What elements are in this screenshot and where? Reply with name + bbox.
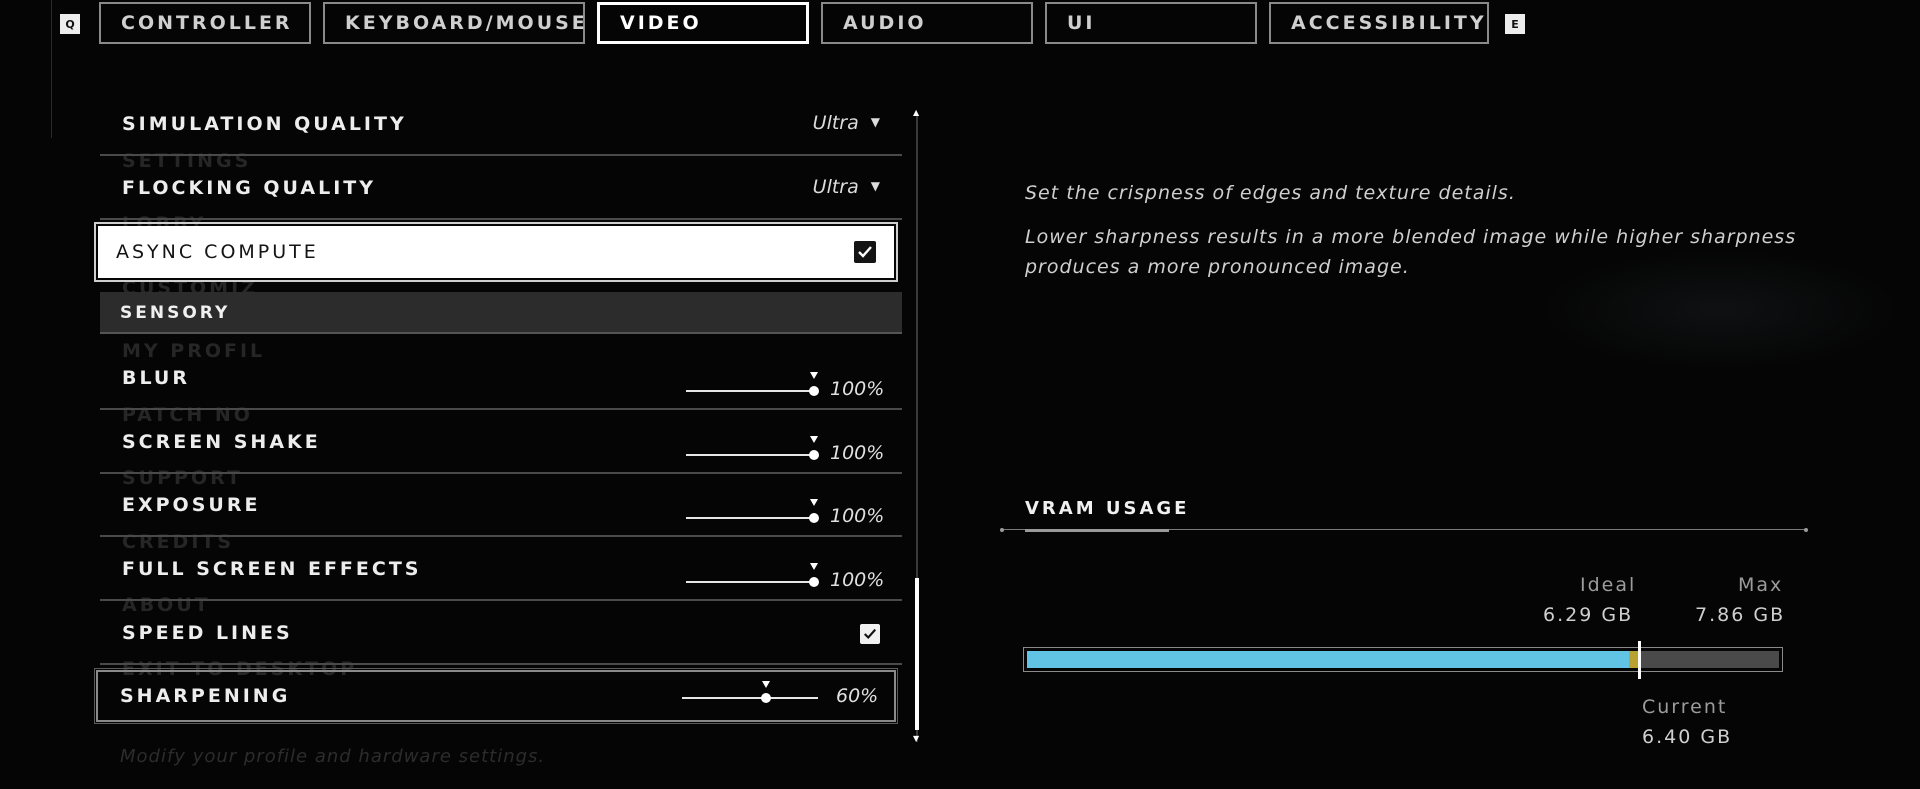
screen-shake-slider-row[interactable]: SCREEN SHAKE 100%	[100, 414, 902, 474]
scroll-down-arrow-icon[interactable]: ▼	[913, 734, 919, 743]
slider-track[interactable]	[686, 581, 814, 583]
tab-video[interactable]: VIDEO	[597, 2, 809, 44]
slider-thumb[interactable]	[809, 577, 819, 587]
background-blur	[1540, 250, 1900, 370]
setting-value: 100%	[830, 442, 885, 464]
tab-ui[interactable]: UI	[1045, 2, 1257, 44]
setting-value: Ultra ▼	[812, 176, 880, 198]
slider-marker-icon	[762, 681, 770, 688]
vram-ideal-label: Ideal	[1580, 574, 1637, 596]
vram-usage-fill	[1027, 651, 1629, 668]
caret-down-icon: ▼	[870, 179, 880, 193]
setting-description-detail: Lower sharpness results in a more blende…	[1025, 226, 1797, 248]
async-compute-toggle[interactable]: ASYNC COMPUTE	[94, 222, 898, 282]
slider-marker-icon	[810, 563, 818, 570]
setting-value: 100%	[830, 569, 885, 591]
slider-thumb[interactable]	[809, 513, 819, 523]
vram-max-value: 7.86 GB	[1695, 604, 1786, 626]
speed-lines-toggle[interactable]: SPEED LINES	[100, 605, 902, 665]
vram-remaining-fill	[1639, 651, 1779, 668]
tab-accessibility[interactable]: ACCESSIBILITY	[1269, 2, 1489, 44]
vram-current-value: 6.40 GB	[1642, 726, 1733, 748]
tab-controller[interactable]: CONTROLLER	[99, 2, 311, 44]
simulation-quality-dropdown[interactable]: SIMULATION QUALITY Ultra ▼	[100, 96, 902, 156]
sharpening-slider-row[interactable]: SHARPENING 60%	[94, 668, 898, 724]
slider-track[interactable]	[686, 454, 814, 456]
setting-label: FULL SCREEN EFFECTS	[122, 558, 422, 580]
flocking-quality-dropdown[interactable]: FLOCKING QUALITY Ultra ▼	[100, 160, 902, 220]
tab-keyboard-mouse[interactable]: KEYBOARD/MOUSE	[323, 2, 585, 44]
next-tab-key-hint[interactable]: E	[1505, 14, 1525, 34]
setting-label: SCREEN SHAKE	[122, 431, 321, 453]
vram-current-label: Current	[1642, 696, 1728, 718]
full-screen-effects-slider-row[interactable]: FULL SCREEN EFFECTS 100%	[100, 541, 902, 601]
divider-end-dot	[1804, 528, 1808, 532]
slider-marker-icon	[810, 499, 818, 506]
setting-description-detail: produces a more pronounced image.	[1025, 256, 1410, 278]
slider-thumb[interactable]	[809, 450, 819, 460]
slider-marker-icon	[810, 372, 818, 379]
setting-value: Ultra ▼	[812, 112, 880, 134]
section-header-sensory: SENSORY	[100, 292, 902, 334]
slider-track[interactable]	[686, 390, 814, 392]
setting-value: 100%	[830, 378, 885, 400]
setting-label: SPEED LINES	[122, 622, 293, 644]
setting-label: FLOCKING QUALITY	[122, 177, 377, 199]
setting-label: BLUR	[122, 367, 190, 389]
bg-menu-footer: Modify your profile and hardware setting…	[120, 746, 546, 767]
vram-current-marker	[1638, 641, 1642, 679]
slider-thumb[interactable]	[761, 693, 771, 703]
setting-label: SHARPENING	[120, 685, 291, 707]
prev-tab-key-hint[interactable]: Q	[60, 14, 80, 34]
blur-slider-row[interactable]: BLUR 100%	[100, 350, 902, 410]
setting-label: EXPOSURE	[122, 494, 261, 516]
vram-ideal-value: 6.29 GB	[1543, 604, 1634, 626]
divider-end-dot	[1000, 528, 1004, 532]
slider-track[interactable]	[682, 697, 818, 699]
caret-down-icon: ▼	[870, 115, 880, 129]
setting-value: 60%	[836, 685, 879, 707]
tab-audio[interactable]: AUDIO	[821, 2, 1033, 44]
slider-track[interactable]	[686, 517, 814, 519]
checkbox-checked-icon[interactable]	[860, 624, 880, 644]
slider-marker-icon	[810, 436, 818, 443]
checkbox-checked-icon[interactable]	[854, 241, 876, 263]
vram-title-underline	[1025, 529, 1169, 532]
slider-thumb[interactable]	[809, 386, 819, 396]
setting-value: 100%	[830, 505, 885, 527]
left-edge-line	[51, 0, 52, 138]
setting-description: Set the crispness of edges and texture d…	[1025, 182, 1516, 204]
setting-label: SIMULATION QUALITY	[122, 113, 407, 135]
setting-label: ASYNC COMPUTE	[116, 241, 319, 263]
scrollbar-thumb[interactable]	[915, 578, 919, 730]
exposure-slider-row[interactable]: EXPOSURE 100%	[100, 477, 902, 537]
vram-usage-title: VRAM USAGE	[1025, 498, 1190, 519]
vram-max-label: Max	[1738, 574, 1784, 596]
